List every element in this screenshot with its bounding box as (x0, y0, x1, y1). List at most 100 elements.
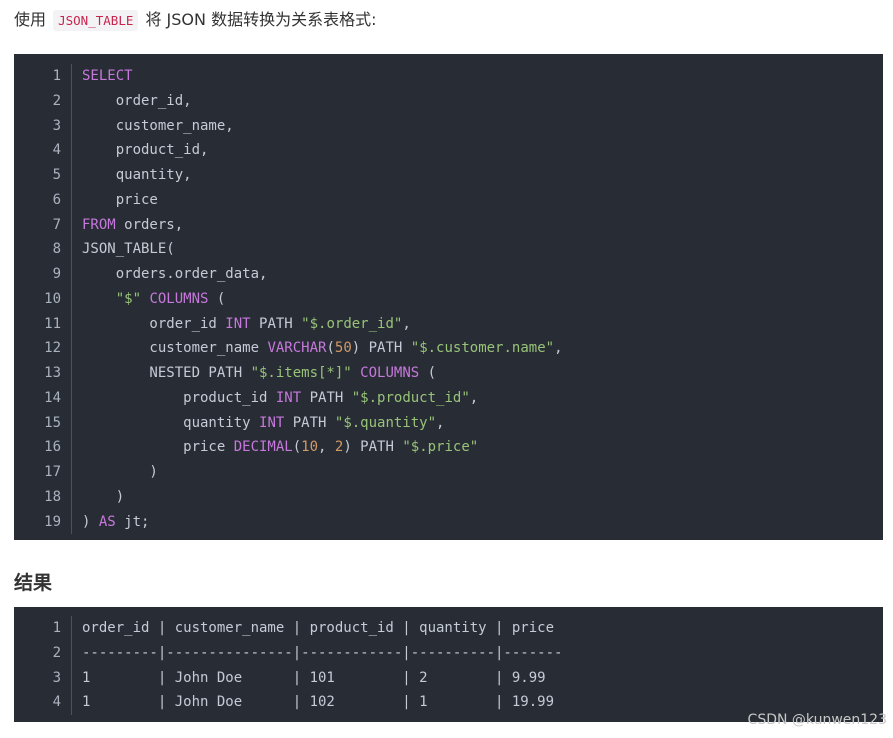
code-line: 7 FROM orders, (14, 212, 883, 238)
token-text: ( (292, 439, 302, 456)
token-text: quantity, (82, 167, 192, 183)
code-text: NESTED PATH "$.items[*]" COLUMNS ( (72, 361, 436, 386)
token-text: , (318, 439, 335, 456)
token-kw: VARCHAR (267, 340, 327, 357)
token-kw: FROM (82, 216, 116, 233)
code-line: 1 SELECT (14, 64, 883, 89)
code-text: JSON_TABLE( (72, 237, 175, 262)
line-number: 5 (14, 163, 72, 188)
line-number: 18 (14, 484, 72, 510)
token-str: "$" (115, 290, 142, 307)
line-number: 1 (14, 616, 72, 641)
token-text: order_id (82, 315, 226, 332)
code-text: customer_name, (72, 114, 234, 139)
token-text: ( (208, 290, 226, 307)
token-str: "$.price" (402, 439, 479, 456)
line-number: 11 (14, 311, 72, 337)
code-line: 3 1 | John Doe | 101 | 2 | 9.99 (14, 665, 883, 691)
line-number: 3 (14, 665, 72, 691)
token-str: "$.order_id" (301, 315, 403, 332)
code-text: ) (72, 460, 158, 485)
token-text: PATH (301, 389, 352, 406)
line-number: 8 (14, 237, 72, 262)
token-text: orders, (115, 216, 184, 233)
code-line: 19) AS jt; (14, 509, 883, 535)
code-line: 3 customer_name, (14, 113, 883, 139)
code-line: 11 order_id INT PATH "$.order_id", (14, 311, 883, 337)
token-text: PATH (284, 414, 335, 431)
line-number: 4 (14, 138, 72, 163)
code-line: 1 order_id | customer_name | product_id |… (14, 616, 883, 641)
code-text: price (72, 188, 158, 213)
code-line: 9 orders.order_data, (14, 262, 883, 287)
token-text: product_id (82, 389, 276, 406)
line-number: 10 (14, 286, 72, 312)
code-line: 12 customer_name VARCHAR(50) PATH "$.cus… (14, 336, 883, 361)
code-text: order_id, (72, 89, 192, 114)
token-text: JSON_TABLE( (82, 241, 175, 258)
token-text: jt; (115, 513, 150, 530)
code-text: product_id, (72, 138, 209, 163)
token-text: , (469, 389, 479, 406)
code-line: 6 price (14, 187, 883, 213)
token-text: NESTED PATH (82, 365, 251, 381)
code-line: 4 product_id, (14, 138, 883, 163)
code-text: ---------|---------------|------------|-… (82, 644, 563, 661)
code-text: quantity, (72, 163, 192, 188)
token-kw: AS (98, 513, 116, 530)
token-num: 50 (334, 340, 352, 357)
code-text: order_id | customer_name | product_id | … (82, 620, 555, 636)
token-text: , (402, 315, 411, 332)
token-text: price (82, 191, 158, 208)
token-kw: DECIMAL (233, 439, 293, 456)
code-line: 13 NESTED PATH "$.items[*]" COLUMNS ( (14, 361, 883, 386)
line-number: 6 (14, 187, 72, 213)
token-kw: COLUMNS (360, 365, 420, 381)
code-text: FROM orders, (72, 213, 183, 238)
token-str: "$.product_id" (351, 389, 470, 406)
token-text: customer_name (82, 340, 268, 357)
line-number: 14 (14, 385, 72, 411)
inline-code-json-table: JSON_TABLE (53, 10, 139, 31)
token-text: , (554, 340, 563, 357)
token-text: ) (82, 488, 125, 505)
token-kw: INT (259, 414, 285, 431)
line-number: 16 (14, 435, 72, 460)
token-text: order_id, (82, 92, 192, 109)
result-code-block[interactable]: 1 order_id | customer_name | product_id |… (14, 607, 883, 722)
code-text: ) (72, 485, 124, 510)
intro-paragraph: 使用 JSON_TABLE 将 JSON 数据转换为关系表格式: (14, 8, 376, 33)
code-text: product_id INT PATH "$.product_id", (72, 386, 478, 411)
token-text: ( (326, 340, 335, 357)
token-kw: INT (225, 315, 251, 332)
code-text: customer_name VARCHAR(50) PATH "$.custom… (72, 336, 563, 361)
line-number: 3 (14, 113, 72, 139)
code-text: "$" COLUMNS ( (72, 287, 226, 312)
line-number: 19 (14, 509, 72, 535)
token-text: ) (82, 464, 158, 480)
csdn-watermark: CSDN @kunwen123 (747, 712, 887, 728)
sql-code-block[interactable]: 1 SELECT 2 order_id, 3 customer_name, 4 prod… (14, 54, 883, 540)
token-text: ) PATH (343, 439, 403, 456)
token-kw: INT (275, 389, 302, 406)
code-line: 2 ---------|---------------|------------|… (14, 640, 883, 666)
code-line: 10 "$" COLUMNS ( (14, 286, 883, 312)
code-text: SELECT (72, 64, 133, 89)
token-text: ) (82, 513, 99, 530)
line-number: 12 (14, 336, 72, 361)
code-line: 8 JSON_TABLE( (14, 237, 883, 262)
token-text: ) PATH (351, 340, 411, 357)
token-kw: SELECT (82, 68, 133, 84)
token-text: quantity (82, 414, 260, 431)
token-str: "$.customer.name" (410, 340, 555, 357)
line-number: 15 (14, 410, 72, 436)
line-number: 2 (14, 640, 72, 666)
token-text: , (436, 414, 445, 431)
token-text: ( (419, 365, 437, 381)
line-number: 2 (14, 88, 72, 114)
line-number: 17 (14, 460, 72, 485)
line-number: 7 (14, 212, 72, 238)
token-text: price (82, 439, 234, 456)
